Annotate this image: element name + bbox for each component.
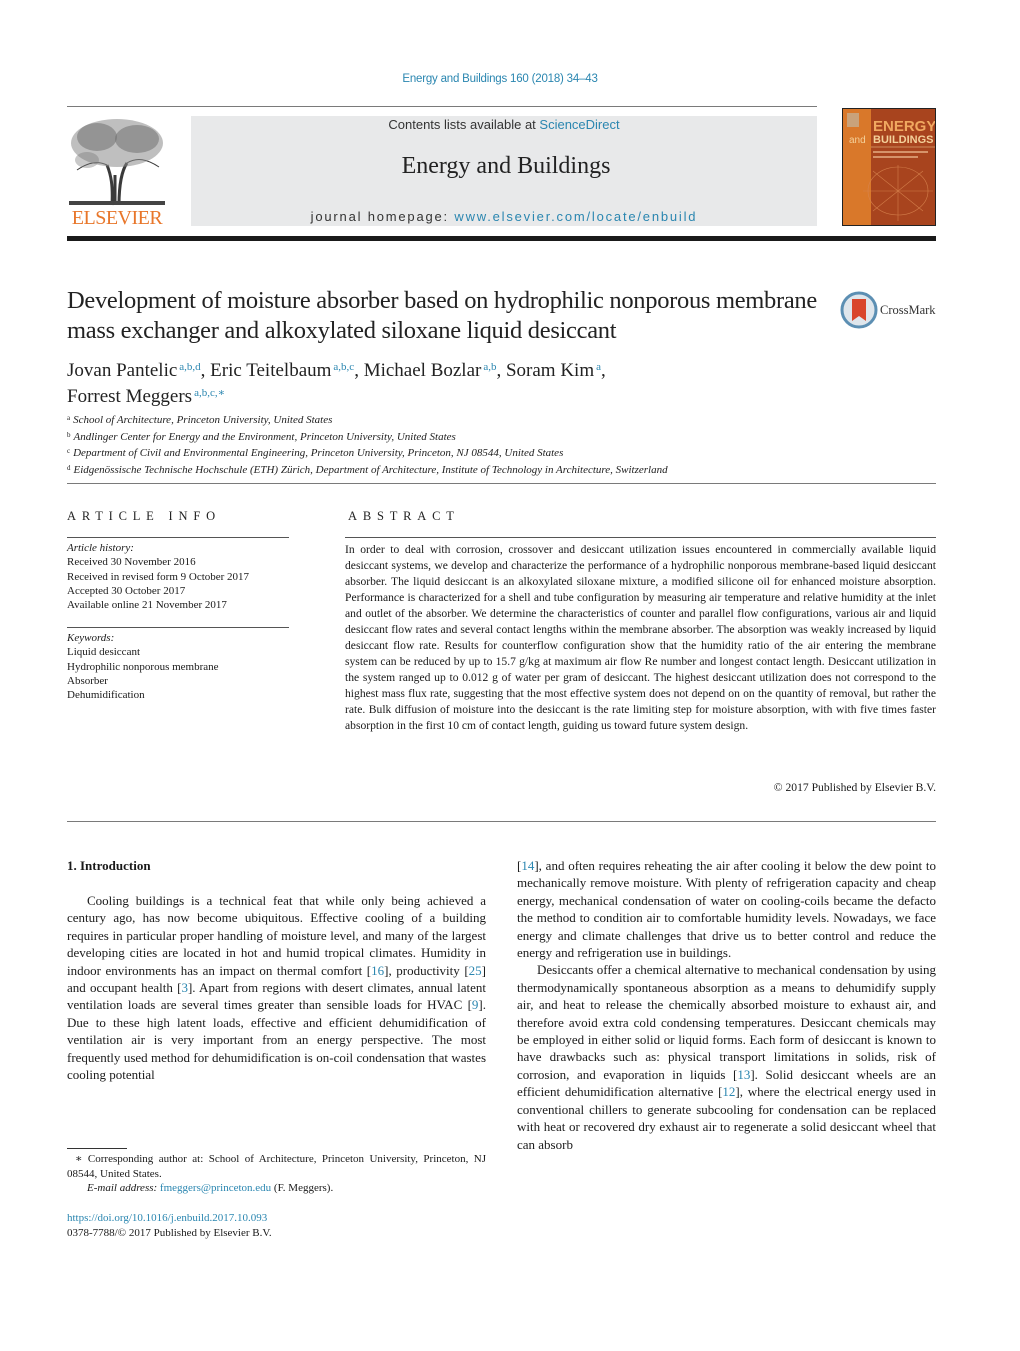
cover-title-and: and (849, 135, 866, 146)
abstract-heading: ABSTRACT (348, 509, 460, 523)
footnote-rule (67, 1148, 127, 1149)
author-name: Michael Bozlar (363, 360, 482, 381)
author-separator: , (601, 360, 606, 381)
email-line: E-mail address: fmeggers@princeton.edu (… (67, 1181, 486, 1196)
author-separator: , (496, 360, 506, 381)
abstract-copyright: © 2017 Published by Elsevier B.V. (773, 781, 936, 794)
keyword: Hydrophilic nonporous membrane (67, 660, 219, 673)
history-item: Available online 21 November 2017 (67, 599, 227, 612)
history-item: Received 30 November 2016 (67, 556, 196, 569)
affiliation: b Andlinger Center for Energy and the Env… (67, 428, 927, 445)
affiliation-mark: d (67, 463, 71, 472)
sciencedirect-link[interactable]: ScienceDirect (539, 117, 619, 132)
crossmark-button[interactable]: CrossMark (840, 291, 940, 331)
author[interactable]: Jovan Pantelic a,b,d (67, 360, 201, 381)
journal-citation-link[interactable]: Energy and Buildings 160 (2018) 34–43 (0, 73, 1000, 85)
affiliation-list: a School of Architecture, Princeton Unive… (67, 411, 927, 477)
affiliation: d Eidgenössische Technische Hochschule (E… (67, 461, 927, 478)
affiliation-mark: a (67, 414, 71, 422)
affiliation-text: Andlinger Center for Energy and the Envi… (73, 430, 456, 443)
author-name: Eric Teitelbaum (210, 360, 332, 381)
author-affiliation-marks[interactable]: a,b (483, 361, 496, 373)
section-heading-introduction: 1. Introduction (67, 858, 151, 873)
affiliation-text: Eidgenössische Technische Hochschule (ET… (73, 463, 668, 476)
citation-ref[interactable]: 13 (737, 1067, 750, 1082)
affiliation: c Department of Civil and Environmental E… (67, 444, 927, 461)
doi-link[interactable]: https://doi.org/10.1016/j.enbuild.2017.1… (67, 1212, 267, 1224)
cover-title-buildings: BUILDINGS (873, 134, 934, 146)
author[interactable]: Michael Bozlar a,b (364, 360, 497, 381)
author-separator: , (354, 360, 364, 381)
keyword: Liquid desiccant (67, 646, 141, 659)
citation-ref[interactable]: 25 (469, 963, 482, 978)
affiliation-mark: c (67, 447, 71, 455)
crossmark-label: CrossMark (880, 303, 936, 317)
keywords-label: Keywords: (67, 632, 115, 644)
divider (67, 483, 936, 484)
author-separator: , (200, 360, 211, 381)
citation-ref[interactable]: 16 (371, 963, 384, 978)
keywords: Keywords: Liquid desiccant Hydrophilic n… (67, 631, 292, 702)
citation-ref[interactable]: 12 (722, 1084, 735, 1099)
affiliation-mark: b (67, 430, 71, 439)
divider (67, 106, 817, 107)
history-item: Received in revised form 9 October 2017 (67, 570, 250, 583)
history-item: Accepted 30 October 2017 (67, 584, 186, 597)
journal-name: Energy and Buildings (401, 153, 611, 179)
divider (67, 821, 936, 822)
author[interactable]: Eric Teitelbaum a,b,c (210, 360, 354, 381)
keyword: Dehumidification (67, 689, 145, 702)
author-affiliation-marks[interactable]: a,b,c (333, 361, 354, 373)
journal-homepage-link[interactable]: www.elsevier.com/locate/enbuild (454, 209, 697, 224)
doi-block: https://doi.org/10.1016/j.enbuild.2017.1… (67, 1211, 272, 1240)
email-suffix: (F. Meggers). (271, 1182, 334, 1194)
author[interactable]: Forrest Meggers a,b,c,∗ (67, 386, 225, 407)
keyword: Absorber (67, 674, 108, 687)
header-thick-rule (67, 236, 936, 241)
paragraph: [14], and often requires reheating the a… (517, 857, 936, 961)
history-label: Article history: (67, 542, 134, 554)
issn-line: 0378-7788/© 2017 Published by Elsevier B… (67, 1226, 272, 1239)
affiliation-text: Department of Civil and Environmental En… (73, 447, 564, 459)
paragraph: Cooling buildings is a technical feat th… (67, 892, 486, 1083)
text-run: ], and often requires reheating the air … (517, 858, 936, 961)
article-title: Development of moisture absorber based o… (67, 287, 817, 344)
affiliation-text: School of Architecture, Princeton Univer… (73, 414, 333, 426)
divider (345, 537, 936, 538)
elsevier-wordmark: ELSEVIER (71, 207, 163, 229)
author-name: Soram Kim (505, 360, 595, 381)
corresponding-author-note: ∗ Corresponding author at: School of Arc… (67, 1153, 486, 1180)
article-info-heading: ARTICLE INFO (67, 509, 221, 523)
article-history: Article history: Received 30 November 20… (67, 541, 292, 612)
citation-ref[interactable]: 14 (521, 858, 534, 873)
contents-prefix: Contents lists available at (388, 117, 540, 132)
body-column-right: [14], and often requires reheating the a… (517, 857, 936, 1153)
divider (67, 537, 289, 538)
text-run: Desiccants offer a chemical alternative … (517, 962, 936, 1082)
crossmark-icon (840, 291, 878, 329)
body-column-left: Cooling buildings is a technical feat th… (67, 892, 486, 1083)
author-affiliation-marks[interactable]: a,b,c,∗ (194, 387, 225, 399)
footnote: ∗ Corresponding author at: School of Arc… (67, 1152, 486, 1196)
affiliation: a School of Architecture, Princeton Unive… (67, 411, 927, 428)
journal-cover-image[interactable]: ENERGY and BUILDINGS (842, 108, 936, 226)
author-name: Jovan Pantelic (67, 360, 178, 381)
author-affiliation-marks[interactable]: a,b,d (179, 361, 200, 373)
text-run: ], productivity [ (384, 962, 469, 978)
abstract-text: In order to deal with corrosion, crossov… (345, 543, 936, 732)
contents-line: Contents lists available at ScienceDirec… (191, 117, 817, 132)
email-label: E-mail address: (87, 1182, 160, 1194)
author[interactable]: Soram Kim a (506, 360, 601, 381)
cover-title-energy: ENERGY (873, 118, 935, 135)
email-link[interactable]: fmeggers@princeton.edu (160, 1182, 271, 1194)
homepage-line: journal homepage: www.elsevier.com/locat… (191, 209, 817, 224)
homepage-prefix: journal homepage: (310, 209, 455, 224)
divider (67, 627, 289, 628)
paragraph: Desiccants offer a chemical alternative … (517, 961, 936, 1152)
author-list: Jovan Pantelic a,b,d, Eric Teitelbaum a,b,… (67, 356, 867, 408)
author-name: Forrest Meggers (67, 386, 193, 407)
